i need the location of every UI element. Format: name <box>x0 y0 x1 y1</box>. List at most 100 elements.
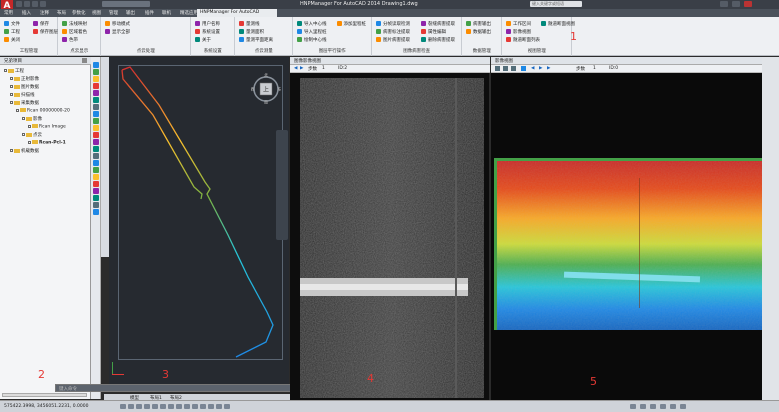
tool-icon[interactable] <box>93 188 99 194</box>
tree-checkbox[interactable] <box>10 93 13 96</box>
quick-new-icon[interactable] <box>16 1 22 7</box>
ribbon-button[interactable]: 量测平面距离 <box>246 37 273 43</box>
ribbon-button[interactable]: 导入里程桩 <box>304 29 327 35</box>
status-toggle-icon[interactable] <box>152 404 158 409</box>
menu-4[interactable]: 参数化 <box>72 10 86 16</box>
menu-8[interactable]: 插件 <box>145 10 154 16</box>
tool-icon[interactable] <box>93 139 99 145</box>
tree-checkbox[interactable] <box>22 133 25 136</box>
gray-frame-value[interactable]: 1 <box>322 66 325 71</box>
ribbon-button[interactable]: 隧道断面列表 <box>513 37 540 43</box>
color-play-icon[interactable]: ▶ <box>539 66 542 71</box>
quick-undo-icon[interactable] <box>40 1 46 7</box>
ribbon-button[interactable]: 导入中心线 <box>304 21 327 27</box>
tree-item[interactable]: 工程 <box>4 68 24 74</box>
status-tool-icon[interactable] <box>680 404 686 409</box>
tool-icon[interactable] <box>93 160 99 166</box>
ribbon-button[interactable]: 区域着色 <box>69 29 87 35</box>
quick-open-icon[interactable] <box>24 1 30 7</box>
maximize-icon[interactable] <box>732 1 740 7</box>
tree-item[interactable]: 点云 <box>22 132 42 138</box>
ribbon-button[interactable]: 图片病害提取 <box>383 37 410 43</box>
tool-icon[interactable] <box>93 153 99 159</box>
status-toggle-icon[interactable] <box>176 404 182 409</box>
navigation-bar[interactable] <box>276 130 288 240</box>
ribbon-button[interactable]: 属性编辑 <box>428 29 446 35</box>
color-frame-value[interactable]: 1 <box>593 66 596 71</box>
workspace-selector[interactable] <box>102 1 150 7</box>
menu-1[interactable]: 插入 <box>22 10 31 16</box>
menu-11[interactable]: HNPManager For AutoCAD <box>200 10 259 15</box>
ribbon-button[interactable]: 系统设置 <box>202 29 220 35</box>
tree-item[interactable]: 扫描线 <box>10 92 35 98</box>
ribbon-button[interactable]: 量测线 <box>246 21 260 27</box>
status-toggle-icon[interactable] <box>184 404 190 409</box>
ribbon-button[interactable]: 保存图层 <box>40 29 58 35</box>
prev-frame-icon[interactable]: ◀ <box>294 66 297 71</box>
tool-icon[interactable] <box>93 90 99 96</box>
menu-0[interactable]: 常用 <box>4 10 13 16</box>
tool-icon[interactable] <box>93 111 99 117</box>
ribbon-button[interactable]: 裂缝病害提取 <box>428 21 455 27</box>
tool-icon[interactable] <box>93 83 99 89</box>
menu-9[interactable]: 联机 <box>162 10 171 16</box>
tree-item[interactable]: Rcan-Pcl-1 <box>28 140 66 146</box>
ribbon-button[interactable]: 色带 <box>69 37 78 43</box>
status-toggle-icon[interactable] <box>208 404 214 409</box>
ribbon-button[interactable]: 量测面积 <box>246 29 264 35</box>
ribbon-button[interactable]: 保存 <box>40 21 49 27</box>
menu-10[interactable]: 精选应用 <box>180 10 198 16</box>
color-next-frame-icon[interactable]: ▶ <box>547 66 550 71</box>
ribbon-button[interactable]: 关于 <box>202 37 211 43</box>
tree-item[interactable]: 图片数据 <box>10 84 39 90</box>
tree-scrollbar[interactable] <box>2 393 87 397</box>
menu-6[interactable]: 管理 <box>109 10 118 16</box>
status-toggle-icon[interactable] <box>136 404 142 409</box>
tool-icon[interactable] <box>93 202 99 208</box>
viewcube-compass[interactable]: 上 北 南 西 东 <box>251 72 281 104</box>
status-toggle-icon[interactable] <box>200 404 206 409</box>
status-toggle-icon[interactable] <box>128 404 134 409</box>
status-tool-icon[interactable] <box>630 404 636 409</box>
ribbon-button[interactable]: 工程 <box>11 29 20 35</box>
next-frame-icon[interactable]: ▶ <box>300 66 303 71</box>
ribbon-button[interactable]: 文件 <box>11 21 20 27</box>
status-tool-icon[interactable] <box>640 404 646 409</box>
close-icon[interactable] <box>744 1 752 7</box>
tool-icon[interactable] <box>93 104 99 110</box>
ribbon-button[interactable]: 影像视图 <box>513 29 531 35</box>
ribbon-button[interactable]: 病害标注提取 <box>383 29 410 35</box>
tree-checkbox[interactable] <box>22 117 25 120</box>
status-toggle-icon[interactable] <box>216 404 222 409</box>
tree-item[interactable]: Rcan 00000000-20 <box>16 108 70 114</box>
tool-icon[interactable] <box>93 195 99 201</box>
tree-item[interactable]: 影像 <box>22 116 42 122</box>
tool-icon[interactable] <box>93 132 99 138</box>
tree-item[interactable]: 正射影像 <box>10 76 39 82</box>
ribbon-button[interactable]: 显示全部 <box>112 29 130 35</box>
ribbon-button[interactable]: 数据输出 <box>473 29 491 35</box>
tool-icon[interactable] <box>93 181 99 187</box>
menu-2[interactable]: 注释 <box>40 10 49 16</box>
tree-item[interactable]: 机载数据 <box>10 148 39 154</box>
ribbon-button[interactable]: 隧道断面视图 <box>548 21 575 27</box>
tool-icon[interactable] <box>93 174 99 180</box>
ribbon-button[interactable]: 用户名称 <box>202 21 220 27</box>
right-dock-strip[interactable] <box>762 57 779 400</box>
tool-icon[interactable] <box>93 167 99 173</box>
status-toggle-icon[interactable] <box>160 404 166 409</box>
tree-checkbox[interactable] <box>28 140 31 144</box>
quick-save-icon[interactable] <box>32 1 38 7</box>
ribbon-button[interactable]: 关闭 <box>11 37 20 43</box>
tool-icon[interactable] <box>93 118 99 124</box>
tree-checkbox[interactable] <box>16 108 19 112</box>
tool-icon[interactable] <box>93 62 99 68</box>
tool-icon[interactable] <box>93 76 99 82</box>
ribbon-button[interactable]: 绘制中心线 <box>304 37 327 43</box>
tree-checkbox[interactable] <box>10 101 13 104</box>
tree-checkbox[interactable] <box>10 77 13 80</box>
tool-icon[interactable] <box>93 209 99 215</box>
menu-5[interactable]: 视图 <box>92 10 101 16</box>
ribbon-button[interactable]: 病害输出 <box>473 21 491 27</box>
menu-7[interactable]: 输出 <box>126 10 135 16</box>
